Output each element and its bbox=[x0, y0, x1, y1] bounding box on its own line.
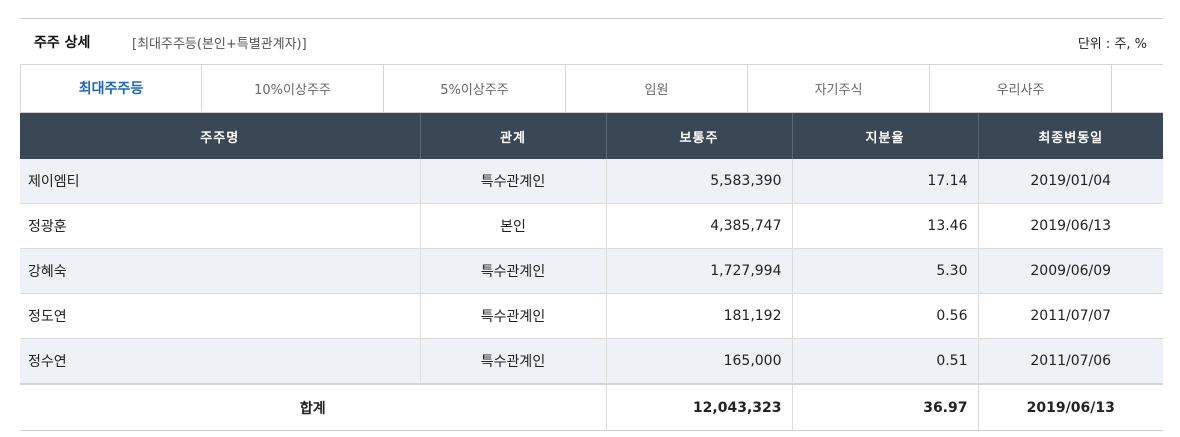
total-row: 합계 12,043,323 36.97 2019/06/13 bbox=[20, 383, 1163, 431]
cell-ratio: 0.51 bbox=[792, 338, 979, 385]
cell-relation: 특수관계인 bbox=[420, 338, 607, 385]
cell-date: 2011/07/07 bbox=[978, 293, 1163, 339]
cell-relation: 특수관계인 bbox=[420, 159, 607, 204]
table-header-row: 주주명 관계 보통주 지분율 최종변동일 bbox=[20, 113, 1163, 159]
tab-bar: 최대주주등 10%이상주주 5%이상주주 임원 자기주식 우리사주 bbox=[20, 64, 1163, 113]
total-shares: 12,043,323 bbox=[606, 383, 793, 431]
table-row: 제이엠티 특수관계인 5,583,390 17.14 2019/01/04 bbox=[20, 159, 1163, 204]
cell-date: 2019/06/13 bbox=[978, 203, 1163, 249]
tab-treasury-stock[interactable]: 자기주식 bbox=[748, 65, 930, 112]
col-header-relation: 관계 bbox=[420, 113, 607, 159]
cell-name: 제이엠티 bbox=[20, 159, 421, 204]
cell-shares: 5,583,390 bbox=[606, 159, 793, 204]
total-ratio: 36.97 bbox=[792, 383, 979, 431]
col-header-name: 주주명 bbox=[20, 113, 421, 159]
tab-5pct-shareholders[interactable]: 5%이상주주 bbox=[384, 65, 566, 112]
cell-ratio: 5.30 bbox=[792, 248, 979, 294]
panel-title: 주주 상세 bbox=[34, 35, 91, 51]
col-header-date: 최종변동일 bbox=[978, 113, 1163, 159]
cell-ratio: 0.56 bbox=[792, 293, 979, 339]
tab-largest-shareholders[interactable]: 최대주주등 bbox=[20, 65, 202, 112]
cell-date: 2011/07/06 bbox=[978, 338, 1163, 385]
cell-name: 정광훈 bbox=[20, 203, 421, 249]
cell-relation: 본인 bbox=[420, 203, 607, 249]
cell-shares: 1,727,994 bbox=[606, 248, 793, 294]
cell-relation: 특수관계인 bbox=[420, 248, 607, 294]
col-header-ratio: 지분율 bbox=[792, 113, 979, 159]
table-row: 강혜숙 특수관계인 1,727,994 5.30 2009/06/09 bbox=[20, 248, 1163, 294]
shareholder-detail-panel: 주주 상세 [최대주주등(본인+특별관계자)] 단위 : 주, % 최대주주등 … bbox=[20, 18, 1163, 431]
total-date: 2019/06/13 bbox=[978, 383, 1163, 431]
cell-date: 2009/06/09 bbox=[978, 248, 1163, 294]
cell-shares: 165,000 bbox=[606, 338, 793, 385]
cell-shares: 4,385,747 bbox=[606, 203, 793, 249]
col-header-shares: 보통주 bbox=[606, 113, 793, 159]
unit-label: 단위 : 주, % bbox=[1077, 37, 1147, 52]
cell-shares: 181,192 bbox=[606, 293, 793, 339]
table-row: 정도연 특수관계인 181,192 0.56 2011/07/07 bbox=[20, 293, 1163, 339]
panel-subtitle: [최대주주등(본인+특별관계자)] bbox=[132, 37, 307, 52]
total-label: 합계 bbox=[20, 383, 607, 431]
table-row: 정광훈 본인 4,385,747 13.46 2019/06/13 bbox=[20, 203, 1163, 249]
cell-ratio: 17.14 bbox=[792, 159, 979, 204]
cell-name: 정도연 bbox=[20, 293, 421, 339]
cell-name: 강혜숙 bbox=[20, 248, 421, 294]
cell-date: 2019/01/04 bbox=[978, 159, 1163, 204]
tab-filler bbox=[1112, 65, 1163, 112]
cell-ratio: 13.46 bbox=[792, 203, 979, 249]
table-row: 정수연 특수관계인 165,000 0.51 2011/07/06 bbox=[20, 338, 1163, 385]
shareholder-table: 주주명 관계 보통주 지분율 최종변동일 제이엠티 특수관계인 5,583,39… bbox=[20, 113, 1163, 431]
cell-relation: 특수관계인 bbox=[420, 293, 607, 339]
panel-header: 주주 상세 [최대주주등(본인+특별관계자)] 단위 : 주, % bbox=[20, 18, 1163, 64]
tab-10pct-shareholders[interactable]: 10%이상주주 bbox=[202, 65, 384, 112]
tab-executives[interactable]: 임원 bbox=[566, 65, 748, 112]
cell-name: 정수연 bbox=[20, 338, 421, 385]
tab-employee-stock[interactable]: 우리사주 bbox=[930, 65, 1112, 112]
